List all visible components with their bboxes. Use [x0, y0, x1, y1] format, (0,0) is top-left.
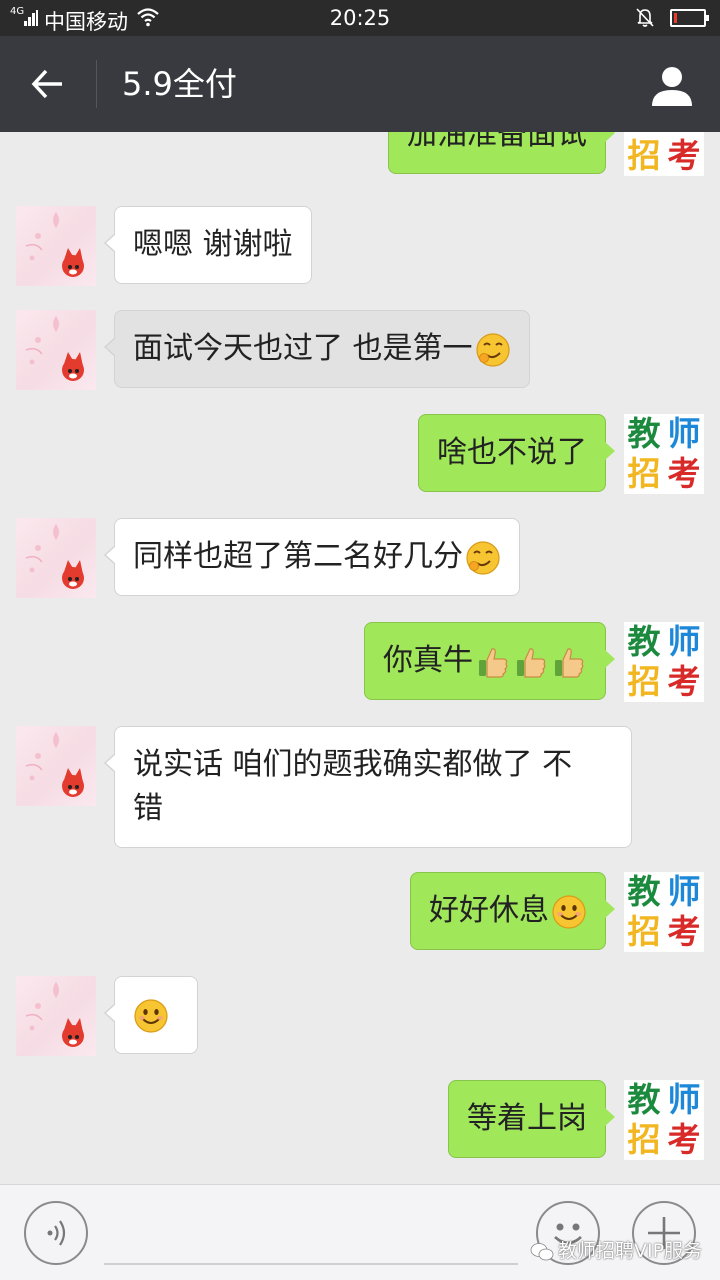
contact-avatar-logo[interactable]: 教师招考 — [624, 872, 704, 952]
voice-waves-icon — [47, 1220, 66, 1246]
input-bar: 教师招聘VIP服务 — [0, 1184, 720, 1280]
contact-avatar-logo[interactable]: 教师招考 — [624, 622, 704, 702]
message-bubble-sent[interactable]: 加油准备面试 — [388, 132, 615, 174]
smile-emoji-icon — [552, 894, 586, 929]
message-bubble-received[interactable]: 同样也超了第二名好几分 — [104, 518, 520, 596]
logo-avatar-image: 教师招考 — [627, 622, 701, 701]
message-text: 啥也不说了 — [437, 435, 587, 470]
silent-bell-icon — [636, 8, 654, 27]
watermark-text: 教师招聘VIP服务 — [558, 1240, 703, 1262]
smirk-emoji-icon — [475, 332, 510, 367]
battery-icon — [670, 9, 709, 27]
message-bubble-sent[interactable]: 好好休息 — [410, 872, 615, 950]
message-bubble-received[interactable]: 嗯嗯 谢谢啦 — [104, 206, 312, 284]
message-bubble-sent[interactable]: 等着上岗 — [448, 1080, 615, 1158]
message-text: 等着上岗 — [467, 1101, 587, 1136]
contact-avatar[interactable] — [16, 206, 96, 286]
voice-input-button[interactable] — [24, 1201, 88, 1265]
fox-avatar-image — [25, 316, 84, 381]
chat-header: 5.9全付 — [0, 36, 720, 132]
message-bubble-received[interactable] — [104, 976, 198, 1054]
fox-avatar-image — [25, 524, 84, 589]
contact-avatar[interactable] — [16, 726, 96, 806]
fox-avatar-image — [25, 982, 84, 1047]
message-text: 加油准备面试 — [407, 132, 587, 152]
smirk-emoji-icon — [466, 540, 500, 575]
clock: 20:25 — [329, 6, 391, 30]
header-divider — [96, 60, 97, 108]
message-text-line: 说实话 咱们的题我确实都做了 不 — [133, 747, 573, 782]
smile-emoji-icon — [134, 998, 168, 1033]
chat-title: 5.9全付 — [122, 65, 237, 103]
chat-info-person-icon[interactable] — [648, 62, 696, 110]
message-text: 好好休息 — [429, 893, 549, 928]
message-list[interactable]: 加油准备面试 教师招考 嗯嗯 谢谢啦 — [0, 132, 720, 1184]
logo-avatar-image: 教师招考 — [627, 1080, 701, 1159]
message-input[interactable] — [104, 1263, 518, 1265]
message-text: 你真牛 — [383, 643, 473, 678]
status-bar: 4G 中国移动 20:25 — [0, 0, 720, 36]
message-text: 嗯嗯 谢谢啦 — [133, 227, 293, 262]
contact-avatar[interactable] — [16, 976, 96, 1056]
contact-avatar-logo[interactable]: 教师招考 — [624, 132, 704, 176]
thumbs-up-emoji-icon — [479, 647, 508, 678]
message-bubble-received[interactable]: 说实话 咱们的题我确实都做了 不 错 — [104, 726, 632, 848]
back-arrow-icon[interactable] — [28, 64, 68, 104]
message-text: 同样也超了第二名好几分 — [133, 539, 463, 574]
message-text: 面试今天也过了 也是第一 — [133, 331, 473, 366]
contact-avatar-logo[interactable]: 教师招考 — [624, 414, 704, 494]
fox-avatar-image — [25, 732, 84, 797]
thumbs-up-emoji-icon — [517, 647, 546, 678]
fox-avatar-image — [25, 212, 84, 277]
message-bubble-received[interactable]: 面试今天也过了 也是第一 — [104, 310, 530, 388]
thumbs-up-emoji-icon — [555, 647, 584, 678]
contact-avatar[interactable] — [16, 310, 96, 390]
message-bubble-sent[interactable]: 啥也不说了 — [418, 414, 615, 492]
contact-avatar[interactable] — [16, 518, 96, 598]
wechat-logo-icon — [530, 1242, 554, 1260]
contact-avatar-logo[interactable]: 教师招考 — [624, 1080, 704, 1160]
logo-avatar-image: 教师招考 — [627, 132, 701, 175]
logo-avatar-image: 教师招考 — [627, 872, 701, 951]
message-text-line: 错 — [133, 791, 163, 826]
message-bubble-sent[interactable]: 你真牛 — [364, 622, 615, 700]
watermark: 教师招聘VIP服务 — [530, 1237, 702, 1265]
logo-avatar-image: 教师招考 — [627, 414, 701, 493]
